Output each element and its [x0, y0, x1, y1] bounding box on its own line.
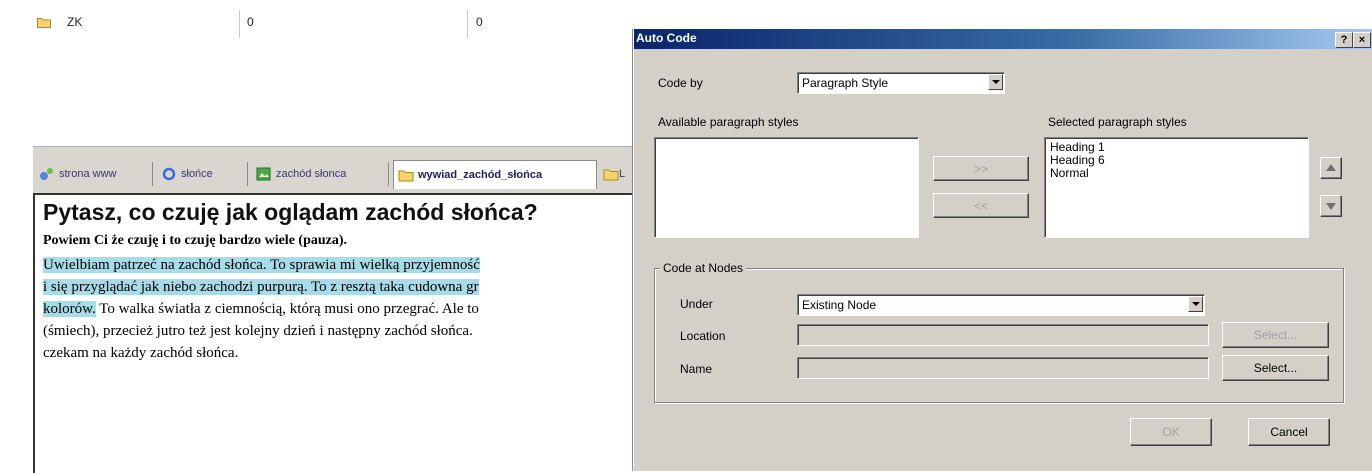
under-select[interactable]: Existing Node — [797, 294, 1205, 316]
name-label: Name — [680, 362, 713, 376]
auto-code-dialog: Auto Code ? × Code by Paragraph Style Av… — [633, 29, 1372, 471]
chevron-down-icon[interactable] — [1188, 296, 1203, 312]
column-divider — [467, 10, 468, 38]
paragraph-line: kolorów. To walka światła z ciemnością, … — [43, 299, 479, 320]
code-by-select[interactable]: Paragraph Style — [797, 72, 1005, 94]
dialog-title: Auto Code — [636, 31, 697, 45]
folder-icon — [603, 169, 619, 181]
under-label: Under — [680, 297, 713, 311]
list-item[interactable]: Normal — [1050, 167, 1089, 180]
highlighted-text: Uwielbiam patrzeć na zachód słońca. To s… — [43, 257, 480, 273]
move-down-button[interactable] — [1320, 195, 1342, 217]
selected-styles-label: Selected paragraph styles — [1048, 115, 1187, 129]
column-divider — [239, 10, 240, 38]
folder-icon — [398, 170, 414, 182]
row-name: ZK — [67, 15, 83, 29]
highlighted-text: i się przyglądać jak niebo zachodzi purp… — [43, 279, 479, 295]
remove-style-button[interactable]: << — [933, 193, 1029, 218]
image-icon — [256, 167, 271, 181]
location-select-button[interactable]: Select... — [1222, 322, 1329, 348]
tab-label: strona www — [59, 168, 117, 180]
tab-strona-www[interactable]: strona www — [35, 162, 153, 186]
ok-label: OK — [1162, 425, 1180, 439]
cancel-label: Cancel — [1270, 425, 1308, 439]
under-value: Existing Node — [802, 298, 877, 312]
arrow-up-icon — [1326, 164, 1336, 171]
tab-wywiad-zachod-slonca[interactable]: wywiad_zachód_słońca — [393, 160, 597, 189]
chevron-down-icon[interactable] — [988, 74, 1003, 90]
select-label: Select... — [1253, 328, 1298, 342]
tab-label: L — [619, 168, 626, 180]
paragraph-line: czekam na każdy zachód słońca. — [43, 345, 239, 361]
refresh-icon — [162, 167, 176, 181]
tab-label: słońce — [181, 168, 213, 180]
web-link-icon — [40, 168, 53, 180]
name-field[interactable] — [797, 357, 1209, 379]
paragraph-line: Uwielbiam patrzeć na zachód słońca. To s… — [43, 255, 480, 276]
paragraph-text: To walka światła z ciemnością, którą mus… — [95, 301, 479, 317]
ok-button[interactable]: OK — [1130, 418, 1212, 446]
code-at-nodes-title: Code at Nodes — [660, 261, 747, 275]
add-style-button[interactable]: >> — [933, 156, 1029, 181]
tab-zachod-slonca[interactable]: zachód słonca — [252, 162, 389, 186]
location-label: Location — [680, 329, 726, 343]
paragraph-line: (śmiech), przecież jutro też jest kolejn… — [43, 323, 473, 339]
tab-label: wywiad_zachód_słońca — [418, 169, 543, 181]
tab-list: strona www słońce zachód słonca wywiad_z… — [33, 160, 633, 189]
help-button[interactable]: ? — [1335, 32, 1353, 48]
highlighted-text: kolorów. — [43, 301, 96, 317]
available-styles-list[interactable] — [654, 137, 919, 238]
name-select-button[interactable]: Select... — [1222, 355, 1329, 381]
document-heading: Pytasz, co czuję jak oglądam zachód słoń… — [43, 199, 538, 225]
row-col2: 0 — [247, 15, 254, 29]
row-col3: 0 — [476, 15, 483, 29]
remove-style-label: << — [973, 198, 988, 213]
tab-slonce[interactable]: słońce — [157, 162, 248, 186]
add-style-label: >> — [973, 161, 988, 176]
dialog-titlebar[interactable]: Auto Code ? × — [634, 29, 1372, 49]
tab-label: zachód słonca — [276, 168, 347, 180]
document-subheading: Powiem Ci że czuję i to czuję bardzo wie… — [43, 233, 348, 248]
move-up-button[interactable] — [1320, 157, 1342, 179]
cancel-button[interactable]: Cancel — [1248, 418, 1330, 446]
location-field[interactable] — [797, 324, 1209, 346]
folder-icon — [37, 18, 51, 28]
code-by-label: Code by — [658, 76, 703, 90]
tab-l[interactable]: L — [599, 162, 633, 186]
selected-styles-list[interactable]: Heading 1 Heading 6 Normal — [1044, 137, 1309, 238]
document-editor[interactable]: Pytasz, co czuję jak oglądam zachód słoń… — [33, 193, 640, 473]
arrow-down-icon — [1326, 203, 1336, 210]
code-by-value: Paragraph Style — [802, 76, 889, 90]
available-styles-label: Available paragraph styles — [658, 115, 799, 129]
close-button[interactable]: × — [1353, 32, 1371, 48]
select-label: Select... — [1253, 361, 1298, 375]
paragraph-line: i się przyglądać jak niebo zachodzi purp… — [43, 277, 479, 298]
